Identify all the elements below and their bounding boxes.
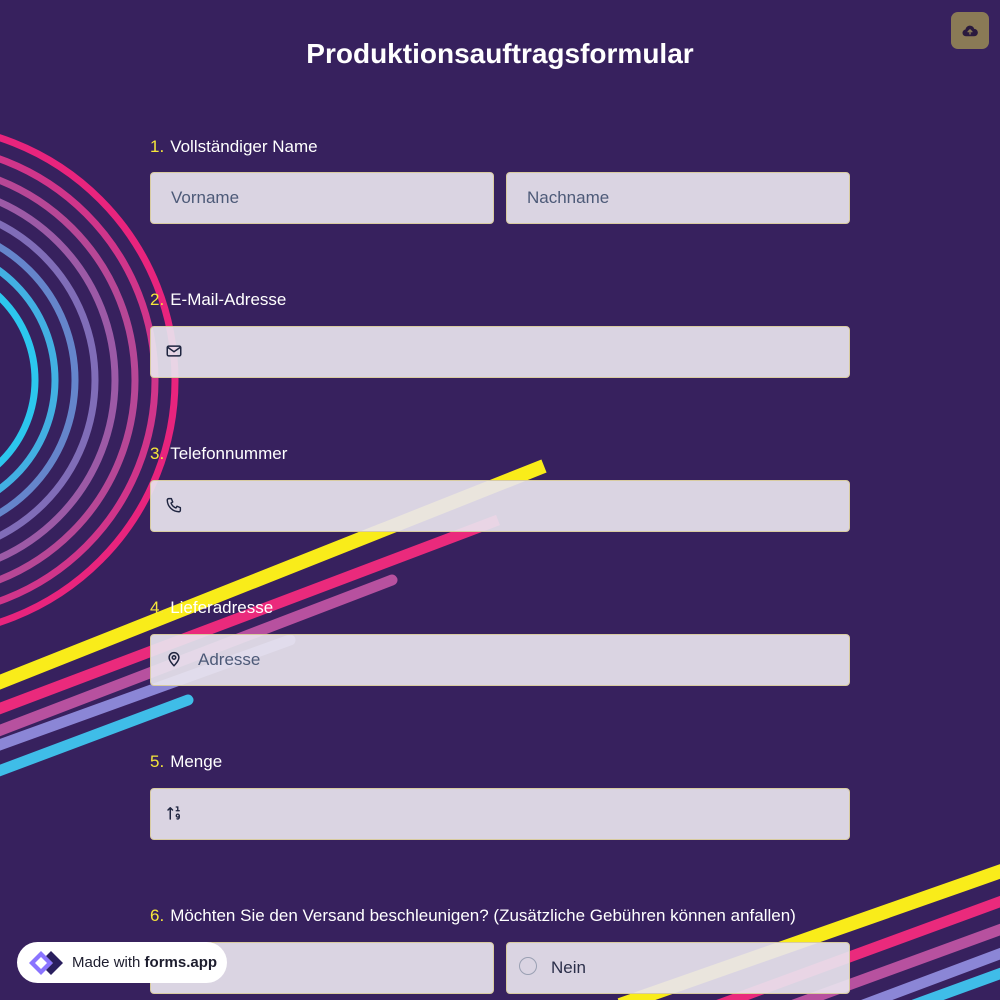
question-number: 1. [150,137,165,156]
question-text: Menge [170,752,223,771]
sort-numbers-icon [167,806,180,820]
last-name-placeholder: Nachname [527,188,610,207]
form-title: Produktionsauftragsformular [306,38,694,69]
question-text: Telefonnummer [170,444,288,463]
question-number: 2. [150,290,165,309]
email-input[interactable] [150,326,850,378]
badge-brand: forms.app [144,954,218,971]
quantity-input[interactable] [150,788,850,840]
question-label-express-shipping: 6. Möchten Sie den Versand beschleunigen?… [150,906,796,926]
made-with-badge[interactable]: Made with forms.app [17,942,227,983]
question-number: 4. [150,598,165,617]
radio-circle [519,957,537,975]
last-name-input[interactable]: Nachname [506,172,850,224]
phone-input[interactable] [150,480,850,532]
address-input[interactable]: Adresse [150,634,850,686]
question-text: E-Mail-Adresse [170,290,287,309]
cloud-upload-icon [962,25,978,36]
first-name-placeholder: Vorname [171,188,240,207]
map-pin-icon [168,651,180,667]
badge-prefix: Made with [72,954,141,971]
upload-button[interactable] [951,12,989,49]
question-number: 6. [150,906,165,925]
question-text: Möchten Sie den Versand beschleunigen? (… [170,906,796,925]
question-text: Vollständiger Name [170,137,318,156]
radio-option-no[interactable]: Nein [506,942,850,994]
question-label-quantity: 5. Menge [150,752,222,772]
forms-app-logo-icon [29,951,63,975]
question-number: 5. [150,752,165,771]
first-name-input[interactable]: Vorname [150,172,494,224]
question-label-full-name: 1. Vollständiger Name [150,137,318,157]
question-label-email: 2. E-Mail-Adresse [150,290,286,310]
question-number: 3. [150,444,165,463]
question-label-delivery-address: 4. Lieferadresse [150,598,273,618]
phone-icon [166,497,182,513]
question-text: Lieferadresse [170,598,274,617]
mail-icon [166,345,182,357]
question-label-phone: 3. Telefonnummer [150,444,287,464]
